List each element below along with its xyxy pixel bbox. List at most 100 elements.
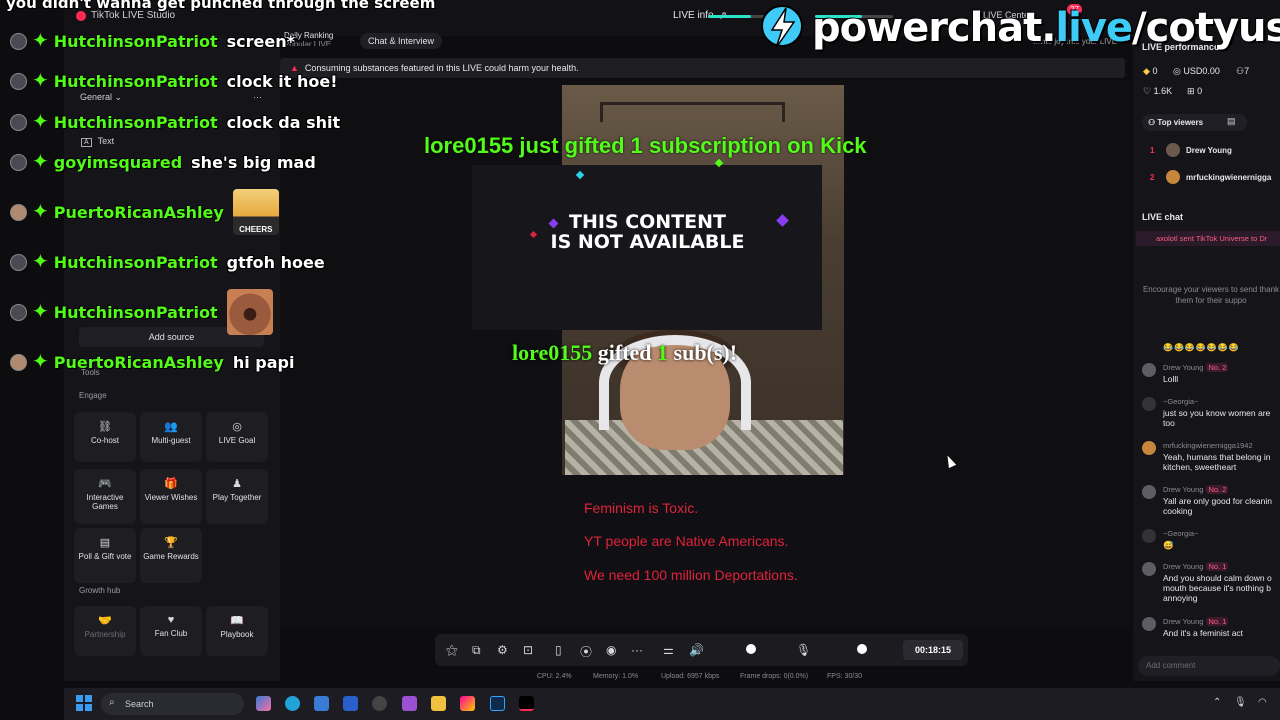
add-comment-input[interactable]: Add comment xyxy=(1138,656,1280,676)
people-icon: ⚇ xyxy=(1236,66,1245,76)
mic-knob[interactable] xyxy=(856,644,867,654)
gamepad-icon: 🎮 xyxy=(98,478,112,490)
tool-co-host[interactable]: ⛓ Co-host xyxy=(74,412,136,462)
tool-poll-gift-vote[interactable]: ▤ Poll & Gift vote xyxy=(74,528,136,583)
camera-icon[interactable]: ◉ xyxy=(606,643,616,657)
gifts-value: 0 xyxy=(1197,86,1203,96)
source-text-label: Text xyxy=(97,136,115,146)
chat-username: Drew Young No. 2 xyxy=(1163,485,1229,494)
effects-icon[interactable]: ⚙ xyxy=(497,643,508,657)
chat-interview-button[interactable]: Chat & Interview xyxy=(360,33,443,49)
tool-partnership[interactable]: 🤝 Partnership xyxy=(74,606,136,656)
gift-user: lore0155 xyxy=(512,340,593,365)
top-viewer-row[interactable]: 2 mrfuckingwienernigga xyxy=(1150,170,1271,184)
phone-icon[interactable]: ▯ xyxy=(555,643,562,657)
tiktok-studio-icon[interactable] xyxy=(519,696,534,711)
gift-subs-alert: lore0155 gifted 1 sub(s)! xyxy=(512,340,737,366)
chat-msg: screen* xyxy=(226,31,295,51)
record-icon[interactable]: ⦿ xyxy=(580,643,592,660)
chat-text: And you should calm down o mouth because… xyxy=(1163,573,1272,603)
viewer-name: Drew Young xyxy=(1186,145,1232,155)
tool-live-goal[interactable]: ◎ LIVE Goal xyxy=(206,412,268,462)
gift-icon: 🎁 xyxy=(164,478,178,490)
gem-badge-icon: ✦ xyxy=(32,201,49,223)
person-play-icon: ♟ xyxy=(232,478,242,490)
chat-text: just so you know women are too xyxy=(1163,408,1271,428)
chat-text: Lolll xyxy=(1163,374,1179,384)
tool-multi-guest[interactable]: 👥 Multi-guest xyxy=(140,412,202,462)
chevron-up-icon[interactable]: ⌃ xyxy=(1213,697,1221,708)
goal-icon: ◎ xyxy=(232,421,242,433)
photoshop-icon[interactable] xyxy=(490,696,505,711)
chat-name: mrfuckingwienernigga1942 xyxy=(1163,441,1253,450)
chat-text: Yall are only good for cleanin cooking xyxy=(1163,496,1272,516)
unavailable-line-2: IS NOT AVAILABLE xyxy=(550,231,745,253)
diamonds-stat: ◆ 0 xyxy=(1143,66,1157,77)
app-icon[interactable] xyxy=(372,696,387,711)
file-explorer-icon[interactable] xyxy=(431,696,446,711)
viewer-rank: 1 xyxy=(1150,145,1155,155)
chat-user: HutchinsonPatriot xyxy=(53,252,218,272)
overlay-chat-line: ✦ HutchinsonPatriot clock it hoe! xyxy=(10,66,338,96)
layout-icon[interactable]: ⧉ xyxy=(472,643,481,658)
list-icon[interactable]: ▤ xyxy=(1227,116,1236,127)
store-icon[interactable] xyxy=(314,696,329,711)
speaker-icon[interactable]: 🔊 xyxy=(689,643,704,657)
magic-wand-icon[interactable]: ⚝ xyxy=(446,643,458,658)
chat-user: HutchinsonPatriot xyxy=(53,31,218,51)
microphone-icon[interactable]: 🎙 xyxy=(796,643,811,657)
tool-play-together[interactable]: ♟ Play Together xyxy=(206,469,268,524)
windows-start-icon[interactable] xyxy=(76,695,92,711)
poll-icon: ▤ xyxy=(99,537,111,549)
tiktok-logo-icon xyxy=(76,10,86,21)
microphone-icon[interactable]: 🎙 xyxy=(1234,697,1247,708)
chat-username: Drew Young No. 2 xyxy=(1163,363,1229,372)
overlay-chat-line: ✦ PuertoRicanAshley hi papi xyxy=(10,347,294,377)
tool-label: Multi-guest xyxy=(151,436,191,445)
capture-icon[interactable]: ⊡ xyxy=(523,643,533,657)
volume-knob[interactable] xyxy=(745,644,756,654)
powerchat-logo-icon xyxy=(752,2,812,54)
fps-stat: FPS: 30/30 xyxy=(827,673,863,680)
red-overlay-line: YT people are Native Americans. xyxy=(584,533,789,549)
tool-label: Fan Club xyxy=(154,629,188,638)
wifi-icon[interactable]: ◠ xyxy=(1258,697,1267,708)
gem-badge-icon: ✦ xyxy=(32,70,49,92)
likes-value: 1.6K xyxy=(1153,86,1173,96)
encourage-text: Encourage your viewers to send thank the… xyxy=(1142,285,1280,305)
tool-fan-club[interactable]: ♥ Fan Club xyxy=(140,606,202,656)
taskbar-search[interactable]: Search xyxy=(101,693,244,715)
chat-name: Drew Young xyxy=(1163,562,1204,571)
photos-icon[interactable] xyxy=(460,696,475,711)
diamonds-value: 0 xyxy=(1152,66,1158,76)
tool-label: Play Together xyxy=(212,493,262,502)
tool-game-rewards[interactable]: 🏆 Game Rewards xyxy=(140,528,202,583)
chat-username: ~Georgia~ xyxy=(1163,397,1198,406)
kick-gift-banner: lore0155 just gifted 1 subscription on K… xyxy=(424,133,867,158)
tool-label: Game Rewards xyxy=(143,552,199,561)
mixer-icon[interactable]: ⚌ xyxy=(663,643,674,657)
top-viewer-row[interactable]: 1 Drew Young xyxy=(1150,143,1232,157)
unavailable-line-1: THIS CONTENT xyxy=(568,211,727,233)
more-icon[interactable]: ··· xyxy=(631,643,643,657)
tool-interactive-games[interactable]: 🎮 Interactive Games xyxy=(74,469,136,524)
avatar xyxy=(1142,617,1156,631)
avatar xyxy=(10,203,27,221)
person-icon: ⚇ xyxy=(1148,118,1158,127)
chat-name: Drew Young xyxy=(1163,485,1204,494)
gem-badge-icon: ✦ xyxy=(32,351,49,373)
app-icon[interactable] xyxy=(402,696,417,711)
mail-icon[interactable] xyxy=(343,696,358,711)
edge-browser-icon[interactable] xyxy=(285,696,300,711)
tool-label: Partnership xyxy=(84,630,126,639)
gem-badge-icon: ✦ xyxy=(32,301,49,323)
chat-username: Drew Young No. 1 xyxy=(1163,562,1229,571)
source-text[interactable]: A Text xyxy=(81,136,115,147)
chat-user: PuertoRicanAshley xyxy=(53,352,224,372)
tool-playbook[interactable]: 📖 Playbook xyxy=(206,606,268,656)
tool-viewer-wishes[interactable]: 🎁 Viewer Wishes xyxy=(140,469,202,524)
avatar xyxy=(10,72,27,90)
screen: TikTok LIVE Studio LIVE info ⇗ LIVE Cent… xyxy=(0,0,1280,720)
live-chat-heading: LIVE chat xyxy=(1142,212,1184,222)
copilot-icon[interactable] xyxy=(256,696,271,711)
